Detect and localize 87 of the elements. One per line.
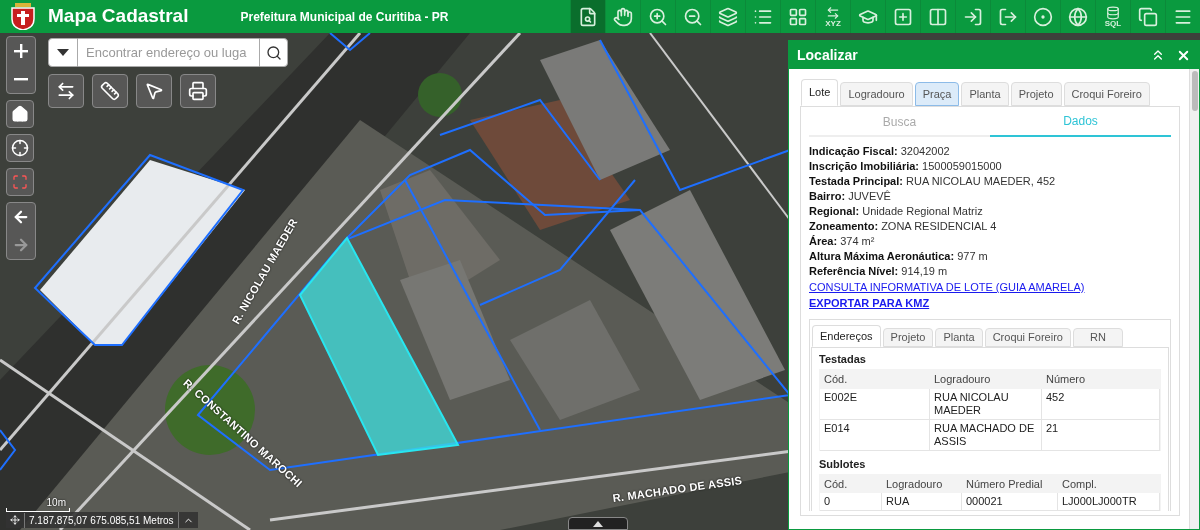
printer-icon: [188, 81, 208, 101]
tab[interactable]: Croqui Foreiro: [984, 328, 1071, 347]
search-dropdown-button[interactable]: [48, 38, 78, 67]
info-field: Bairro: JUVEVÊ: [809, 189, 1171, 204]
swap-tool-button[interactable]: [48, 74, 84, 108]
tab[interactable]: Logradouro: [840, 82, 913, 106]
plus-icon: [14, 44, 28, 58]
measure-button[interactable]: [92, 74, 128, 108]
home-icon: [11, 105, 29, 123]
info-field: Altura Máxima Aeronáutica: 977 m: [809, 249, 1171, 264]
link[interactable]: CONSULTA INFORMATIVA DE LOTE (GUIA AMARELA): [809, 279, 1085, 295]
map-search-icon: [578, 6, 598, 27]
select-tool-button[interactable]: [136, 74, 172, 108]
scale-label: 10m: [46, 498, 67, 508]
panel-title: Localizar: [797, 45, 858, 65]
print-button[interactable]: [180, 74, 216, 108]
search-field[interactable]: Encontrar endereço ou luga: [78, 38, 259, 67]
globe-icon: [1068, 6, 1088, 27]
tab[interactable]: RN: [1072, 328, 1123, 347]
toolbar-button[interactable]: [570, 0, 605, 33]
arrows-icon: [826, 5, 840, 20]
street-label: R. MACHADO DE ASSIS: [611, 472, 744, 507]
database-icon: [1106, 5, 1120, 20]
swap-icon: [56, 81, 76, 101]
target-icon: [1033, 6, 1053, 27]
tab[interactable]: Praça: [914, 82, 960, 106]
pointer-icon: [144, 81, 164, 101]
info-field: Zoneamento: ZONA RESIDENCIAL 4: [809, 219, 1171, 234]
import-icon: [963, 6, 983, 27]
info-field: Inscrição Imobiliária: 1500059015000: [809, 159, 1171, 174]
coordinates-text: 7.187.875,07 675.085,51 Metros: [24, 512, 178, 528]
copy-icon: [1138, 6, 1158, 27]
right-arrow-icon: [12, 236, 30, 254]
fullscreen-button[interactable]: [6, 168, 34, 196]
column-header: Logradouro: [933, 372, 992, 387]
tab[interactable]: Lote: [801, 79, 839, 106]
section-title: Sublotes: [819, 457, 867, 471]
bottom-panel-toggle[interactable]: [568, 517, 628, 530]
fullscreen-icon: [12, 174, 28, 190]
zoom-out-icon: [683, 6, 703, 27]
info-field: Área: 374 m²: [809, 234, 1171, 249]
column-header: Logradouro: [885, 476, 944, 492]
column-header: Número Predial: [965, 476, 1044, 492]
zoom-in-icon: [648, 6, 668, 27]
column-header: Cód.: [823, 372, 849, 387]
grid-icon: [788, 6, 808, 27]
search-icon: [265, 44, 282, 61]
link[interactable]: EXPORTAR PARA KMZ: [809, 295, 930, 311]
layers-icon: [718, 6, 738, 27]
tab[interactable]: Planta: [935, 328, 983, 347]
coat-of-arms-icon: [10, 3, 36, 30]
info-field: Indicação Fiscal: 32042002: [809, 144, 1171, 159]
search-button[interactable]: [259, 38, 288, 67]
caret-up-icon: [593, 520, 603, 527]
tab[interactable]: Projeto: [882, 328, 934, 347]
table-cell: 452: [1042, 388, 1160, 419]
tab[interactable]: Croqui Foreiro: [1063, 82, 1150, 106]
table-cell: RUA MACHADO DE ASSIS: [930, 419, 1042, 450]
info-field: Regional: Unidade Regional Matriz: [809, 204, 1171, 219]
tab[interactable]: Endereços: [812, 325, 881, 347]
table-cell: RUA NICOLAU MAEDER: [930, 388, 1042, 419]
column-header: Número: [1045, 372, 1087, 387]
column-header: Cód.: [823, 476, 849, 492]
export-icon: [998, 6, 1018, 27]
split-icon: [928, 6, 948, 27]
app-title: Mapa Cadastral: [48, 4, 189, 29]
table-cell: 21: [1042, 419, 1160, 450]
tab[interactable]: Projeto: [1010, 82, 1062, 106]
column-header: Compl.: [1061, 476, 1098, 492]
table-cell: 0: [820, 493, 882, 510]
table-cell: E014: [820, 419, 930, 450]
hand-icon: [613, 6, 633, 27]
add-icon: [893, 6, 913, 27]
locate-button[interactable]: [6, 134, 34, 162]
table-cell: E002E: [820, 388, 930, 419]
info-field: Testada Principal: RUA NICOLAU MAEDER, 452: [809, 174, 1171, 189]
caret-down-icon: [57, 49, 69, 56]
tab[interactable]: Planta: [961, 82, 1009, 106]
minus-icon: [14, 77, 28, 81]
app-subtitle: Prefeitura Municipal de Curitiba - PR: [240, 8, 449, 26]
ruler-icon: [100, 81, 120, 101]
table-cell: 000021: [962, 493, 1058, 510]
table-cell: LJ000LJ000TR: [1058, 493, 1160, 510]
home-button[interactable]: [6, 100, 34, 128]
info-field: Referência Nível: 914,19 m: [809, 264, 1171, 279]
section-title: Testadas: [819, 353, 867, 366]
table-cell: RUA: [882, 493, 962, 510]
